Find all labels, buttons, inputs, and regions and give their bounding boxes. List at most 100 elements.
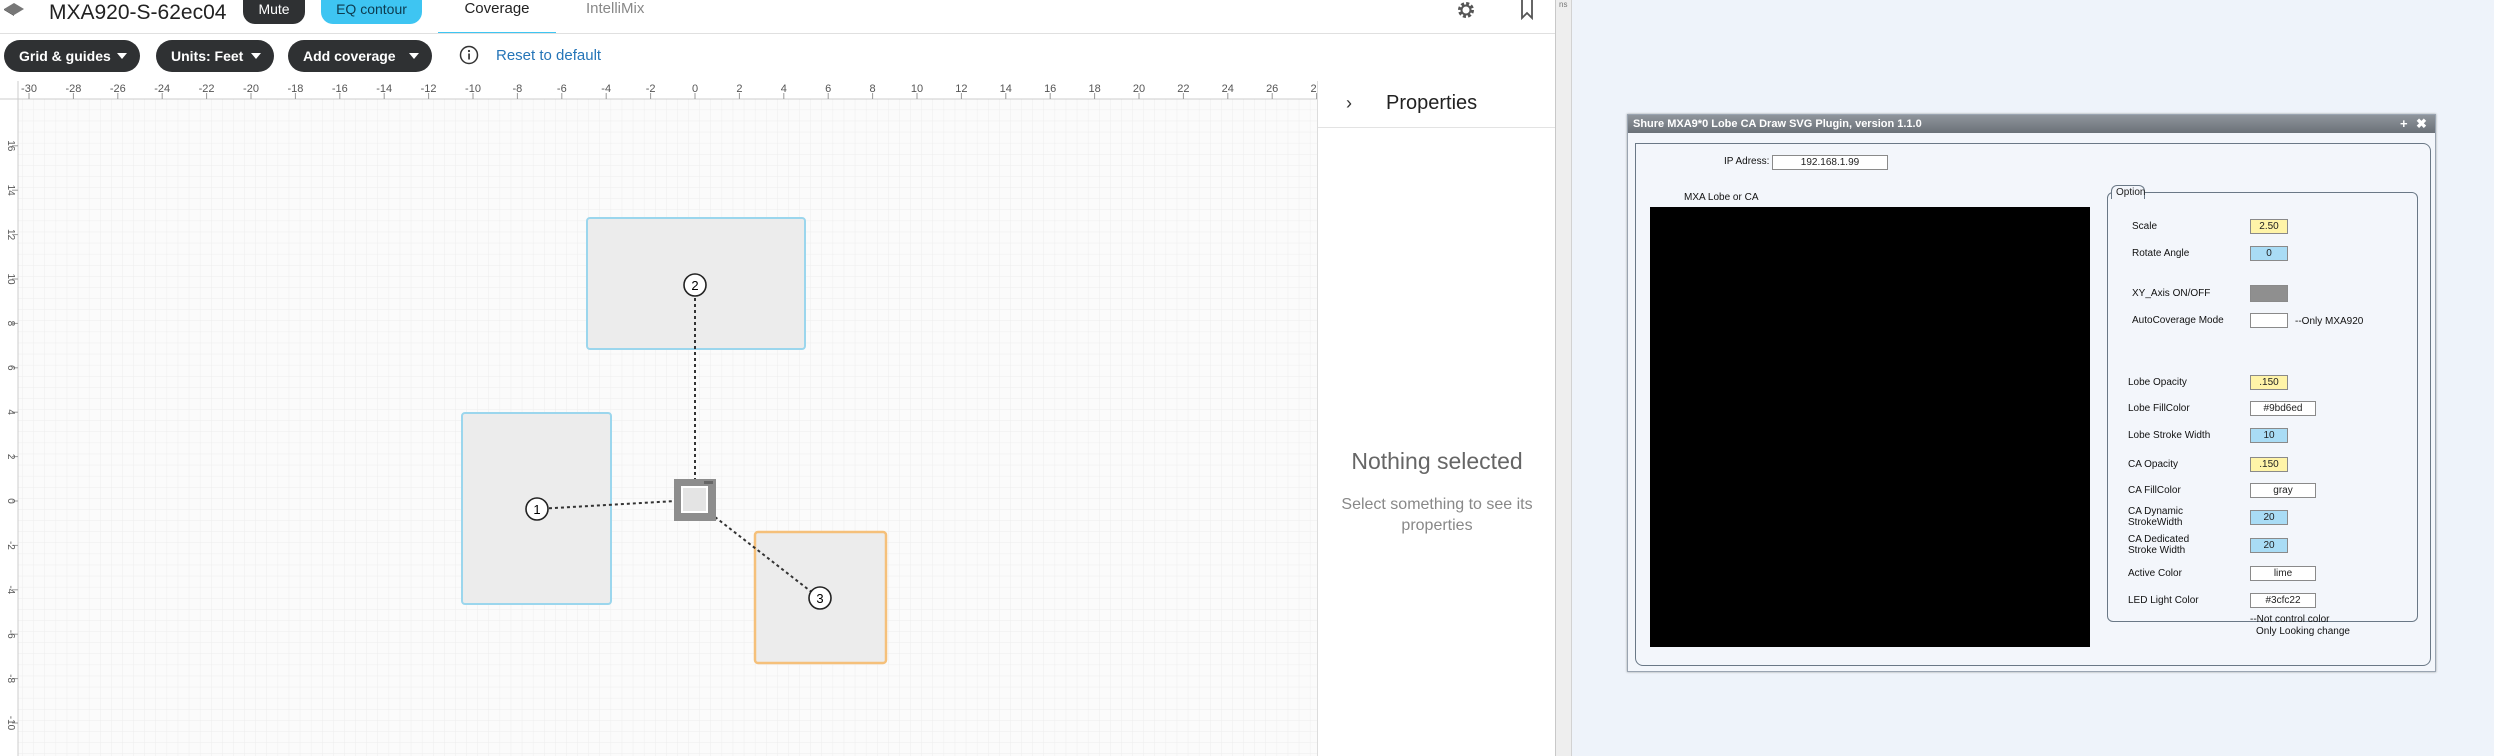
svg-preview-area [1650,207,2090,647]
ca-fill-label: CA FillColor [2128,485,2181,496]
ca-dynamic-label-2: StrokeWidth [2128,517,2183,528]
units-label: Units: Feet [171,48,244,64]
properties-header: › Properties [1318,81,1555,128]
ruler-x-label: -20 [243,83,259,95]
ruler-y-label: 6 [5,365,16,371]
xy-axis-toggle[interactable] [2250,285,2288,302]
coverage-map[interactable]: -30 -28 -26 -24 -22 -20 -18 -16 -14 -12 -10 -8 -6 -4-… [0,81,1323,756]
ruler-y-label: 10 [5,273,16,285]
ruler-x-label: -30 [21,83,37,95]
tab-intellimix[interactable]: IntelliMix [586,0,644,18]
ruler-y-label: -6 [5,630,16,639]
active-color-field[interactable]: lime [2250,566,2316,581]
bookmark-icon[interactable] [1520,0,1534,20]
lobe-stroke-field[interactable]: 10 [2250,428,2288,443]
ip-address-field[interactable]: 192.168.1.99 [1772,155,1888,170]
info-icon[interactable] [459,45,479,65]
ca-dynamic-label: CA Dynamic StrokeWidth [2128,506,2183,528]
scale-label: Scale [2132,221,2158,232]
chevron-down-icon [409,53,419,59]
ca-opacity-field[interactable]: .150 [2250,457,2288,472]
properties-panel: › Properties Nothing selected Select som… [1317,81,1555,756]
autocoverage-field[interactable] [2250,313,2288,328]
grid-guides-button[interactable]: Grid & guides [4,40,140,72]
area-marker-2[interactable]: 2 [683,273,707,297]
autocoverage-label: AutoCoverage Mode [2132,315,2224,326]
ruler-y-label: -4 [5,585,16,594]
grid-guides-label: Grid & guides [19,48,111,64]
xy-axis-label: XY_Axis ON/OFF [2132,288,2211,299]
rotate-label: Rotate Angle [2132,248,2190,259]
close-icon[interactable]: ✖ [2416,115,2427,133]
autocoverage-note: --Only MXA920 [2295,316,2364,327]
ruler-x-label: -2 [646,83,656,95]
device-name: MXA920-S-62ec04 [49,1,227,24]
ruler-x-label: 26 [1266,83,1278,95]
ruler-y-label: -2 [5,541,16,550]
ruler-y-label: -10 [5,716,16,731]
tab-coverage[interactable]: Coverage [438,0,556,34]
empty-state-title: Nothing selected [1351,448,1523,474]
ruler-x-label: 2 [736,83,742,95]
ruler-x-label: 12 [955,83,967,95]
microphone-device-icon[interactable] [674,479,716,521]
ip-label: IP Adress: [1724,156,1770,167]
ruler-left [0,81,18,756]
ca-opacity-label: CA Opacity [2128,459,2179,470]
header-divider [0,33,1555,34]
rotate-field[interactable]: 0 [2250,246,2288,261]
area-label-3: 3 [816,591,823,606]
lobe-fill-field[interactable]: #9bd6ed [2250,401,2316,416]
ruler-x-label: -22 [199,83,215,95]
ruler-y-label: 14 [5,185,16,197]
separator-text: ns [1559,0,1568,9]
ca-dedicated-label-2: Stroke Width [2128,545,2186,556]
properties-title: Properties [1386,92,1478,114]
maximize-icon[interactable]: + [2400,115,2408,133]
ruler-x-label: -18 [287,83,303,95]
area-label-2: 2 [691,278,698,293]
chevron-right-icon[interactable]: › [1346,93,1352,114]
ruler-x-label: 24 [1222,83,1234,95]
ruler-y-label: 12 [5,229,16,241]
ca-dedicated-field[interactable]: 20 [2250,538,2288,553]
units-button[interactable]: Units: Feet [156,40,274,72]
ruler-y-label: 2 [5,454,16,460]
ruler-x-label: 16 [1044,83,1056,95]
area-marker-1[interactable]: 1 [525,497,549,521]
option-tab[interactable]: Option [2111,185,2145,199]
ruler-x-label: 18 [1088,83,1100,95]
ruler-y-label: 8 [5,321,16,327]
ruler-x-label: -8 [513,83,523,95]
coverage-canvas[interactable]: -30 -28 -26 -24 -22 -20 -18 -16 -14 -12 -10 -8 -6 -4-… [0,81,1323,756]
lobe-fill-label: Lobe FillColor [2128,403,2190,414]
add-coverage-button[interactable]: Add coverage [288,40,432,72]
grid [18,99,1317,756]
ruler-x-label: -26 [110,83,126,95]
ruler-x-label: -10 [465,83,481,95]
lobe-opacity-label: Lobe Opacity [2128,377,2187,388]
mute-button[interactable]: Mute [243,0,305,24]
ruler-x-label: 6 [825,83,831,95]
reset-to-default-link[interactable]: Reset to default [496,47,601,64]
led-color-field[interactable]: #3cfc22 [2250,593,2316,608]
led-note-1: --Not control color [2250,614,2330,625]
plugin-title: Shure MXA9*0 Lobe CA Draw SVG Plugin, ve… [1633,118,1922,130]
plugin-titlebar[interactable]: Shure MXA9*0 Lobe CA Draw SVG Plugin, ve… [1628,115,2435,133]
ca-dynamic-field[interactable]: 20 [2250,510,2288,525]
ruler-y-label: 0 [5,498,16,504]
ruler-x-label: 10 [911,83,923,95]
ca-fill-field[interactable]: gray [2250,483,2316,498]
eq-contour-button[interactable]: EQ contour [321,0,422,24]
lobe-opacity-field[interactable]: .150 [2250,375,2288,390]
led-color-label: LED Light Color [2128,595,2199,606]
scale-field[interactable]: 2.50 [2250,219,2288,234]
ruler-x-label: -24 [154,83,170,95]
chevron-down-icon [117,53,127,59]
area-marker-3[interactable]: 3 [808,586,832,610]
chevron-down-icon [251,53,261,59]
ruler-x-label: -6 [557,83,567,95]
plugin-content: IP Adress: 192.168.1.99 MXA Lobe or CA O… [1635,143,2431,666]
gear-icon[interactable] [1456,0,1476,20]
ruler-x-label: 4 [781,83,787,95]
